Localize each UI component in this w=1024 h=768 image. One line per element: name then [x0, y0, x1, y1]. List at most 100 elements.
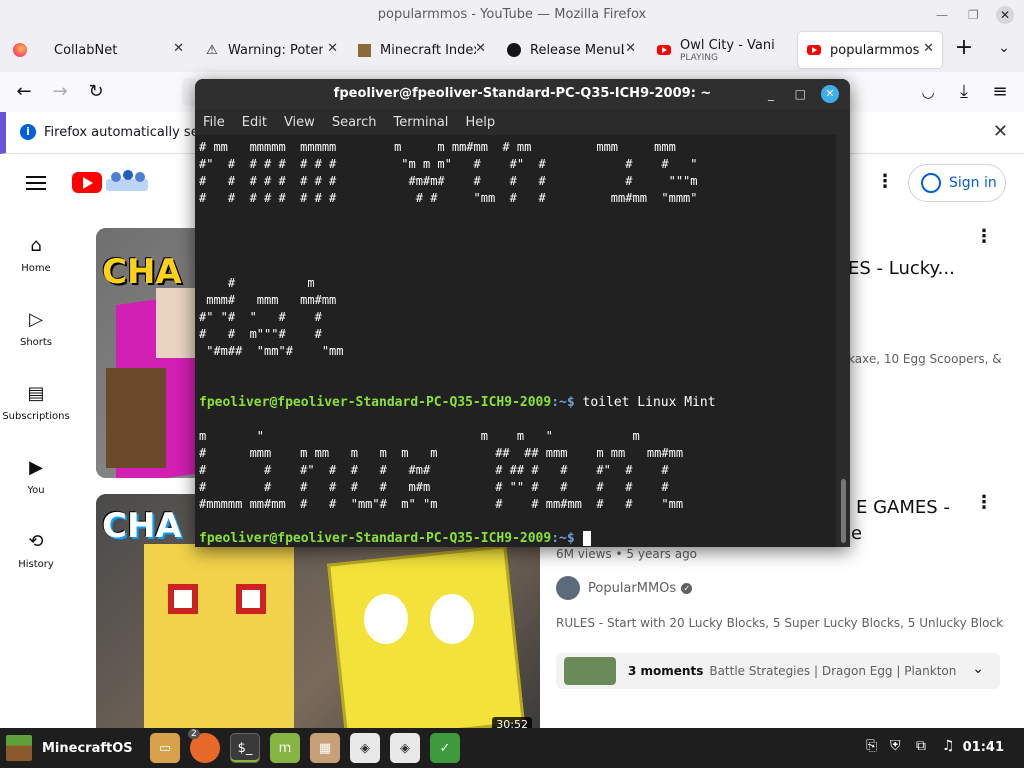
- network-tray-icon[interactable]: ⧉: [916, 738, 926, 754]
- you-icon: ▶: [29, 457, 43, 478]
- url-bar[interactable]: [182, 78, 196, 106]
- close-tab-icon[interactable]: ✕: [625, 41, 636, 56]
- minimize-icon[interactable]: —: [936, 0, 948, 30]
- close-tab-icon[interactable]: ✕: [475, 41, 486, 56]
- tab-popularmmos[interactable]: popularmmos ✕: [798, 32, 942, 68]
- minecraft-icon: [356, 42, 372, 58]
- terminal-window[interactable]: fpeoliver@fpeoliver-Standard-PC-Q35-ICH9…: [195, 79, 850, 547]
- video-description: kaxe, 10 Egg Scoopers, &: [848, 352, 1002, 366]
- window-count-badge: 2: [188, 729, 200, 739]
- terminal-minimize-icon[interactable]: _: [768, 79, 774, 109]
- terminal-line: # mm mmmmm mmmmm m m mm#mm # mm mmm mmm: [199, 140, 676, 154]
- sidebar-item-label: Shorts: [19, 337, 53, 348]
- terminal-close-icon[interactable]: ✕: [821, 85, 839, 103]
- close-tab-icon[interactable]: ✕: [923, 41, 934, 56]
- terminal-line: # # #" # # # #m# # ## # # #" # #: [199, 463, 669, 477]
- menu-edit[interactable]: Edit: [242, 115, 267, 130]
- pocket-icon[interactable]: ◡: [916, 80, 940, 104]
- sign-in-button[interactable]: Sign in: [908, 164, 1006, 202]
- menu-search[interactable]: Search: [332, 115, 377, 130]
- sidebar-item-you[interactable]: ▶ You: [0, 457, 72, 496]
- archive-icon[interactable]: ▦: [310, 733, 340, 763]
- back-icon[interactable]: ←: [12, 80, 36, 104]
- window-title: popularmmos - YouTube — Mozilla Firefox: [377, 7, 647, 22]
- subscriptions-icon: ▤: [27, 383, 45, 404]
- prompt-user: fpeoliver@fpeoliver-Standard-PC-Q35-ICH9…: [199, 531, 552, 546]
- menu-icon[interactable]: ≡: [988, 80, 1012, 104]
- maximize-icon[interactable]: ❐: [968, 0, 979, 30]
- video-title[interactable]: E GAMES -: [856, 497, 950, 518]
- sidebar-item-subscriptions[interactable]: ▤ Subscriptions: [0, 383, 72, 422]
- menu-file[interactable]: File: [203, 115, 225, 130]
- key-moments-bar[interactable]: 3 moments Battle Strategies | Dragon Egg…: [556, 653, 1000, 689]
- new-tab-icon[interactable]: +: [952, 36, 976, 60]
- tab-collabnet[interactable]: CollabNet ✕: [46, 32, 192, 68]
- list-tabs-icon[interactable]: ⌄: [992, 36, 1016, 60]
- menu-terminal[interactable]: Terminal: [393, 115, 448, 130]
- tab-label: CollabNet: [54, 42, 118, 58]
- sound-tray-icon[interactable]: ♫: [942, 738, 955, 754]
- video-more-icon[interactable]: ⋮: [975, 228, 993, 246]
- tab-label: Minecraft Index: [380, 42, 476, 58]
- sidebar-item-shorts[interactable]: ▷ Shorts: [0, 309, 72, 348]
- channel-avatar[interactable]: [556, 576, 580, 600]
- channel-name[interactable]: PopularMMOs: [588, 581, 676, 596]
- notification-close-icon[interactable]: ✕: [993, 121, 1008, 142]
- shorts-icon: ▷: [29, 309, 43, 330]
- terminal-maximize-icon[interactable]: □: [795, 79, 806, 109]
- github-icon: [506, 42, 522, 58]
- tab-minecraft-index[interactable]: Minecraft Index ✕: [348, 32, 494, 68]
- window-close-icon[interactable]: ✕: [996, 6, 1014, 24]
- terminal-line: # # # # # # # # #m#m# # # # # """m: [199, 174, 698, 188]
- channel-row[interactable]: PopularMMOs ✓: [556, 576, 693, 600]
- firefox-view-button[interactable]: [4, 32, 42, 68]
- youtube-icon: [806, 42, 822, 58]
- video-title[interactable]: ES - Lucky...: [848, 258, 955, 279]
- package-2-icon[interactable]: ◈: [390, 733, 420, 763]
- sidebar-item-history[interactable]: ⟲ History: [0, 531, 72, 570]
- shield-icon[interactable]: ✓: [430, 733, 460, 763]
- mint-update-icon[interactable]: m: [270, 733, 300, 763]
- tab-owl-city[interactable]: Owl City - Vani PLAYING: [648, 32, 794, 68]
- window-titlebar: popularmmos - YouTube — Mozilla Firefox …: [0, 0, 1024, 30]
- close-tab-icon[interactable]: ✕: [327, 41, 338, 56]
- chevron-down-icon[interactable]: ⌄: [972, 661, 984, 677]
- download-icon[interactable]: ⤓: [952, 80, 976, 104]
- terminal-cursor: [582, 531, 591, 546]
- close-tab-icon[interactable]: ✕: [173, 41, 184, 56]
- terminal-scrollbar[interactable]: [841, 479, 846, 543]
- tab-warning[interactable]: ⚠ Warning: Poten ✕: [196, 32, 346, 68]
- tab-release-menu[interactable]: Release MenuL ✕: [498, 32, 644, 68]
- video-title-line2[interactable]: e: [851, 523, 862, 544]
- start-menu-button[interactable]: MinecraftOS: [6, 735, 133, 761]
- terminal-menubar: File Edit View Search Terminal Help: [195, 109, 850, 135]
- settings-more-icon[interactable]: ⋮: [876, 173, 894, 191]
- firefox-taskbar-icon[interactable]: 2: [188, 729, 220, 763]
- upload-age: 5 years ago: [626, 547, 698, 561]
- package-icon[interactable]: ◈: [350, 733, 380, 763]
- terminal-line: mmm# mmm mm#mm: [199, 293, 337, 307]
- terminal-output[interactable]: # mm mmmmm mmmmm m m mm#mm # mm mmm mmm …: [195, 135, 836, 547]
- reload-icon[interactable]: ↻: [84, 80, 108, 104]
- sidebar-item-label: History: [18, 559, 54, 570]
- security-tray-icon[interactable]: ⛨: [890, 738, 901, 754]
- youtube-logo[interactable]: [72, 172, 102, 193]
- menu-help[interactable]: Help: [465, 115, 495, 130]
- warning-icon: ⚠: [206, 42, 218, 58]
- info-icon: i: [20, 124, 36, 140]
- prompt-path: :~$: [551, 531, 575, 546]
- minecraft-grass-icon: [6, 735, 32, 761]
- menu-view[interactable]: View: [284, 115, 315, 130]
- terminal-taskbar-icon[interactable]: $_: [230, 733, 260, 763]
- video-more-icon[interactable]: ⋮: [975, 494, 993, 512]
- forward-icon[interactable]: →: [48, 80, 72, 104]
- guide-menu-icon[interactable]: [26, 176, 46, 190]
- sidebar-item-home[interactable]: ⌂ Home: [0, 235, 72, 274]
- update-tray-icon[interactable]: ⎘: [866, 738, 877, 754]
- clock[interactable]: 01:41: [963, 740, 1004, 755]
- files-icon[interactable]: ▭: [150, 733, 180, 763]
